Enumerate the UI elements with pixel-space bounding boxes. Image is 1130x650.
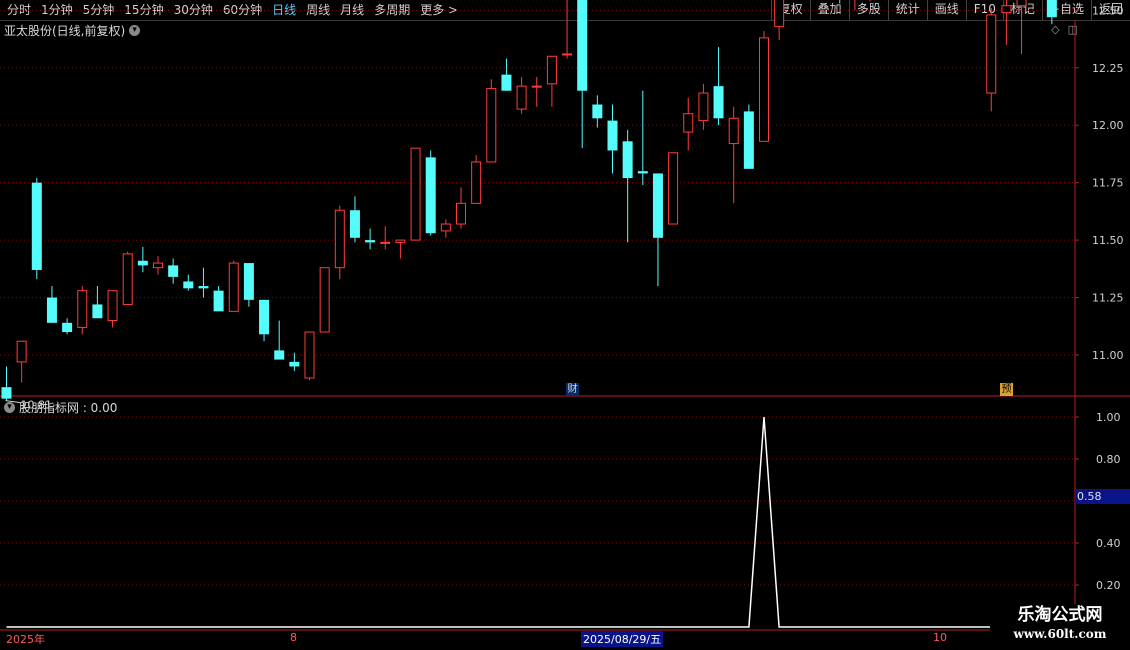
chart-canvas[interactable]: 13.5013.2513.0012.7512.5012.2512.0011.75… [0,0,1130,650]
price-tick-label: 11.25 [1092,292,1124,305]
candle-body[interactable] [774,0,785,27]
indicator-tick-label: 1.00 [1096,411,1121,424]
price-tick-label: 11.00 [1092,349,1124,362]
candle-body[interactable] [652,173,663,238]
date-month-aug: 8 [290,631,297,644]
candle-body[interactable] [1046,0,1057,18]
candle-body[interactable] [562,53,573,56]
badge-yu[interactable]: 预 [1000,383,1013,396]
candle-body[interactable] [759,37,769,142]
candle-body[interactable] [213,290,224,312]
candle-body[interactable] [198,286,209,289]
candle-body[interactable] [698,92,709,122]
candle-body[interactable] [637,171,648,174]
candle-body[interactable] [546,55,557,85]
indicator-title-bar[interactable]: ▾ 股朋指标网 : 0.00 [4,399,117,416]
candle-body[interactable] [622,141,633,179]
price-tick-label: 11.75 [1092,177,1124,190]
candle-body[interactable] [1016,0,1027,7]
chevron-down-icon[interactable]: ▾ [4,402,15,413]
candle-body[interactable] [743,111,754,169]
candle-body[interactable] [365,240,376,243]
watermark: 乐淘公式网 www.60lt.com [990,604,1130,650]
candle-body[interactable] [607,120,618,151]
candle-body[interactable] [349,210,360,238]
candle-body[interactable] [501,74,512,91]
candle-body[interactable] [668,152,679,225]
candle-body[interactable] [334,209,345,269]
date-month-oct: 10 [933,631,947,644]
candle-body[interactable] [62,322,73,333]
cursor-value-badge: 0.58 [1075,489,1130,504]
candle-body[interactable] [410,147,421,241]
candle-body[interactable] [728,117,739,145]
candle-body[interactable] [153,262,163,269]
candle-body[interactable] [986,14,997,94]
candle-body[interactable] [31,182,42,270]
candle-body[interactable] [319,267,330,333]
price-tick-label: 12.00 [1092,119,1124,132]
watermark-title: 乐淘公式网 [1017,605,1103,625]
candle-body[interactable] [274,350,285,360]
candle-body[interactable] [440,223,451,232]
candle-body[interactable] [228,262,239,312]
candle-body[interactable] [46,297,57,323]
candle-body[interactable] [137,260,148,266]
indicator-tick-label: 0.40 [1096,537,1121,550]
candle-body[interactable] [577,0,588,91]
candle-body[interactable] [516,85,527,110]
candle-body[interactable] [259,299,270,335]
candle-body[interactable] [456,202,466,225]
candle-body[interactable] [486,87,497,163]
candle-body[interactable] [77,290,88,328]
date-axis: 2025年 8 2025/08/29/五 10 [0,630,1130,650]
indicator-tick-label: 0.20 [1096,579,1121,592]
candle-body[interactable] [380,241,391,244]
candle-body[interactable] [92,304,103,319]
candle-body[interactable] [425,157,436,234]
candle-body[interactable] [107,290,118,322]
date-year-label: 2025年 [6,633,45,646]
candle-body[interactable] [289,361,300,367]
candle-body[interactable] [168,265,179,277]
candle-body[interactable] [183,281,194,289]
candle-body[interactable] [531,85,542,88]
indicator-line [6,416,1075,628]
candle-body[interactable] [592,104,603,119]
price-tick-label: 11.50 [1092,234,1124,247]
candle-body[interactable] [1001,5,1012,14]
candle-body[interactable] [16,340,27,363]
badge-cai[interactable]: 财 [566,383,579,396]
candle-body[interactable] [243,263,254,300]
candle-body[interactable] [304,331,315,379]
indicator-tick-label: 0.80 [1096,453,1121,466]
watermark-url: www.60lt.com [1013,627,1107,641]
candle-body[interactable] [713,86,724,119]
indicator-label: 股朋指标网 : 0.00 [19,401,118,415]
date-selected: 2025/08/29/五 [581,631,664,647]
candle-body[interactable] [395,239,406,243]
candle-body[interactable] [1,387,12,399]
price-tick-label: 12.50 [1092,4,1124,17]
candle-body[interactable] [683,113,694,133]
price-tick-label: 12.25 [1092,62,1124,75]
candle-body[interactable] [471,161,482,204]
candle-body[interactable] [122,253,133,305]
